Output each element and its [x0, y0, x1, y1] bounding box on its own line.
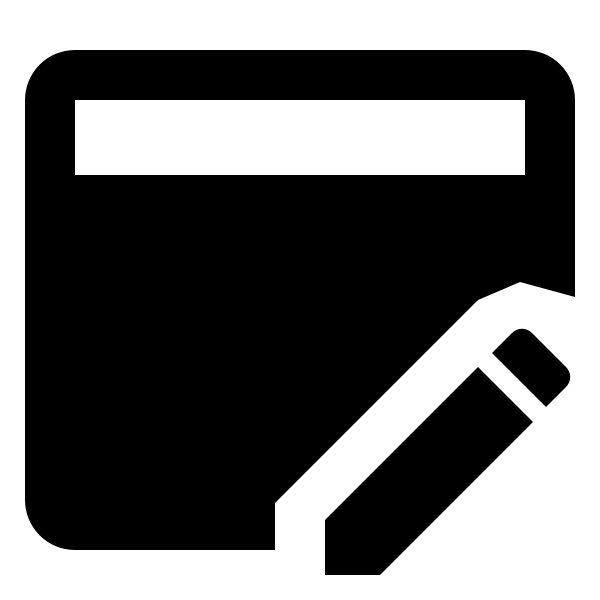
- edit-note-icon: [25, 50, 575, 575]
- title-bar: [75, 100, 525, 175]
- edit-note-icon-container: [0, 0, 600, 600]
